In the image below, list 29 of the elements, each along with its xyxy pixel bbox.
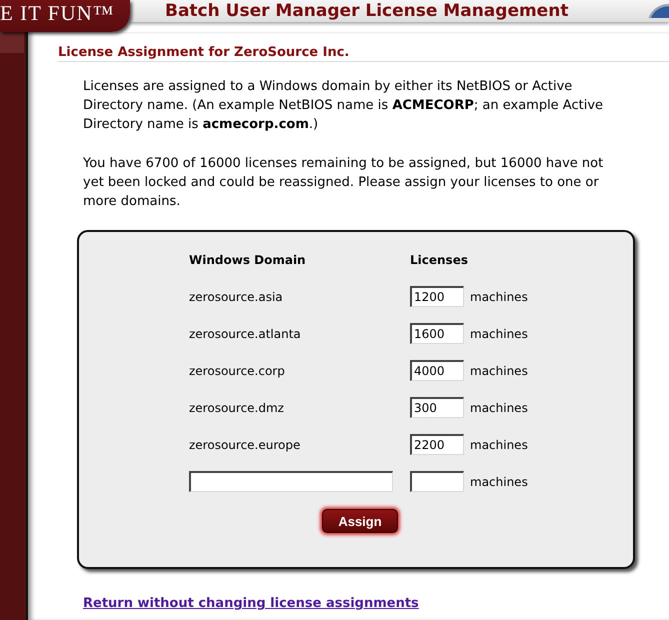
license-input[interactable]: 4000 xyxy=(410,360,464,381)
license-input[interactable] xyxy=(410,471,464,492)
section-heading: License Assignment for ZeroSource Inc. xyxy=(58,45,669,62)
license-input[interactable]: 300 xyxy=(410,397,464,418)
unit-label: machines xyxy=(470,400,529,414)
column-header: Windows Domain xyxy=(189,252,307,266)
return-link[interactable]: Return without changing license assignments xyxy=(83,596,419,611)
info-paragraph: Licenses are assigned to a Windows domain by either its NetBIOS or Active Directory name. (An example NetBIOS name is ACMECORP; an example Active Directory name is acmecorp.com.) xyxy=(83,78,604,134)
license-input[interactable]: 1200 xyxy=(410,286,464,307)
domain-label: zerosource.corp xyxy=(189,364,286,378)
column-header: Licenses xyxy=(410,252,469,266)
unit-label: machines xyxy=(470,364,529,378)
assign-button[interactable]: Assign xyxy=(322,509,398,533)
unit-label: machines xyxy=(470,290,529,304)
info-paragraph: You have 6700 of 16000 licenses remaining to be assigned, but 16000 have not yet been locked and could be reassigned. Please assign your licenses to one or more domains. xyxy=(83,155,604,211)
domain-input[interactable] xyxy=(189,471,393,492)
unit-label: machines xyxy=(470,438,529,452)
emblem-icon xyxy=(648,4,669,18)
domain-label: zerosource.asia xyxy=(189,290,284,304)
page-title: Batch User Manager License Management xyxy=(165,1,568,21)
unit-label: machines xyxy=(470,474,529,488)
unit-label: machines xyxy=(470,326,529,340)
domain-label: zerosource.atlanta xyxy=(189,326,302,340)
license-input[interactable]: 2200 xyxy=(410,434,464,455)
domain-label: zerosource.europe xyxy=(189,438,302,452)
license-input[interactable]: 1600 xyxy=(410,323,464,344)
logo-text: E IT FUN™ xyxy=(0,1,114,25)
sidebar-band xyxy=(0,32,24,53)
domain-label: zerosource.dmz xyxy=(189,400,285,414)
